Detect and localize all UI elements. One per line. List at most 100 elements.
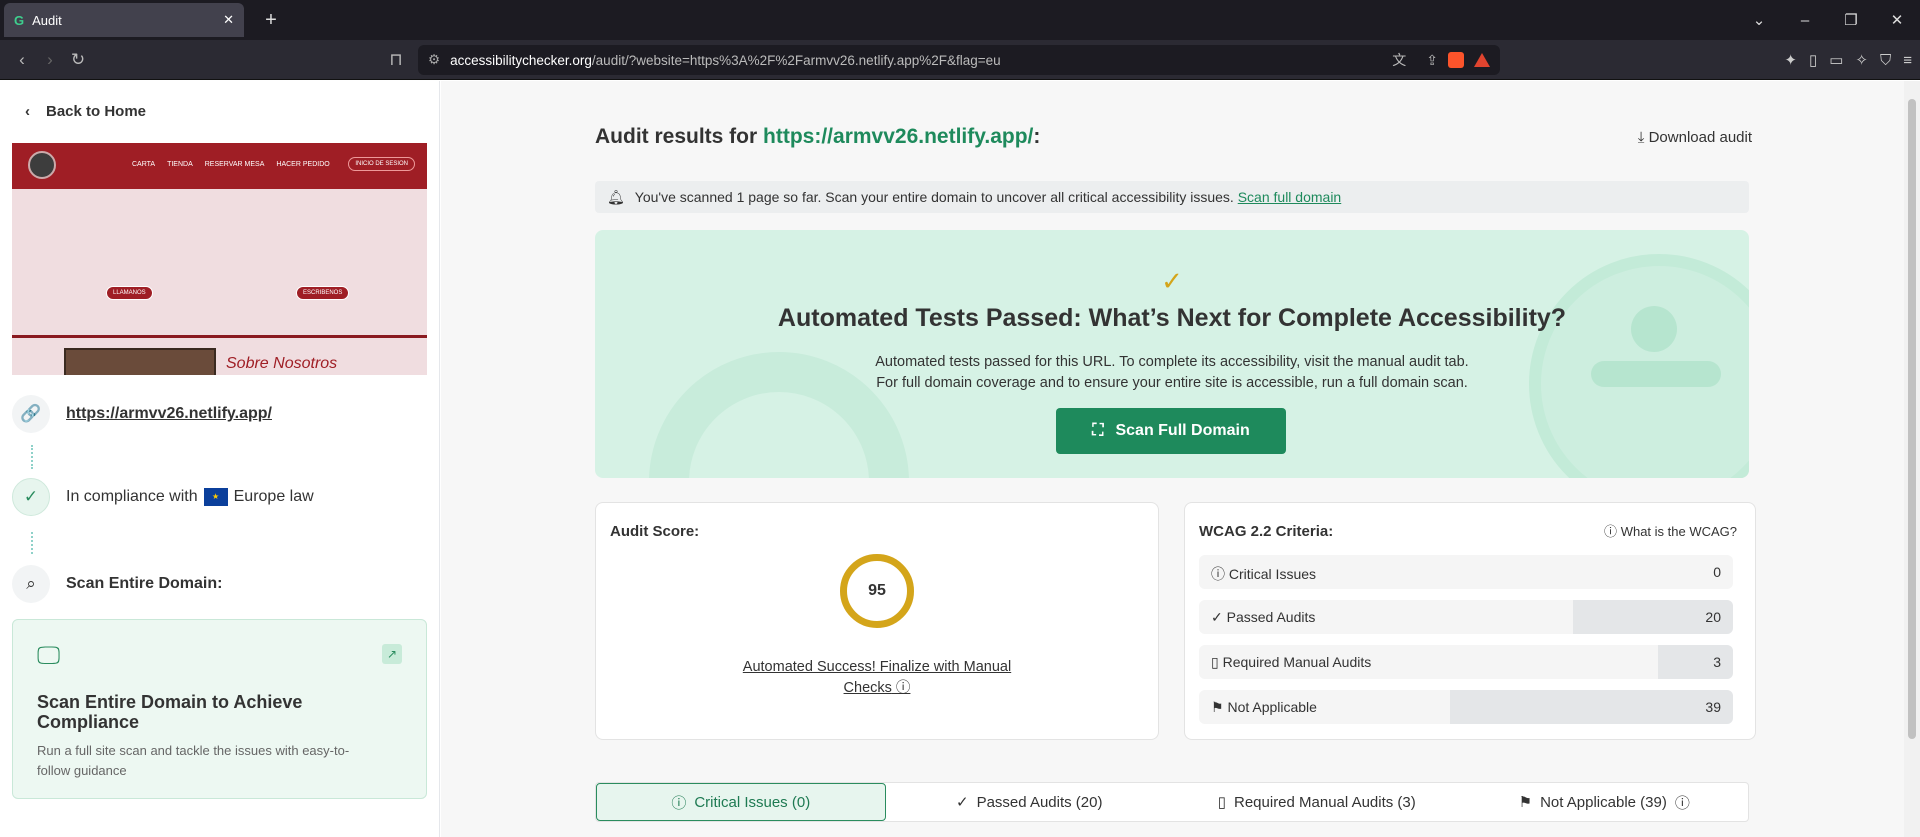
close-tab-icon[interactable]: ✕ [223,12,234,28]
address-bar[interactable]: ⚙ accessibilitychecker.org/audit/?websit… [418,45,1500,75]
scan-full-domain-button[interactable]: ⛶ Scan Full Domain [1056,408,1286,454]
window-close-icon[interactable]: ✕ [1874,11,1920,29]
download-audit-button[interactable]: ⤓ Download audit [1638,129,1752,146]
translate-icon[interactable]: 文 [1392,50,1406,70]
browser-tab[interactable]: G Audit ✕ [4,3,244,37]
thumb-login: INICIO DE SESION [348,157,415,171]
thumb-nav-link: TIENDA [167,161,193,168]
search-icon: ⌕ [12,565,50,603]
share-icon[interactable]: ⇪ [1426,52,1438,69]
scan-icon: ⛶ [1092,422,1104,439]
bookmark-icon[interactable]: ⊓ [382,50,410,70]
sidebar-icon[interactable]: ▯ [1809,51,1817,69]
thumb-pill-call: LLAMANOS [106,286,153,300]
info-icon: ⓘ [1604,524,1618,539]
site-url-step: 🔗 https://armvv26.netlify.app/ [12,395,272,433]
tab-list-icon[interactable]: ⌄ [1736,11,1782,29]
minimize-icon[interactable]: – [1782,12,1828,29]
checkmark-icon: ✓ [1161,266,1183,296]
leo-ai-icon[interactable]: ✧ [1855,51,1868,69]
back-to-home-link[interactable]: ‹ Back to Home [25,103,146,120]
score-value: 95 [868,582,886,599]
compliance-step: ✓ In compliance with ★ Europe law [12,478,314,516]
download-icon: ⤓ [1637,129,1645,146]
back-icon[interactable]: ‹ [8,50,36,70]
criteria-row-critical[interactable]: ⓘ Critical Issues 0 [1199,555,1733,589]
criteria-row-manual[interactable]: ▯ Required Manual Audits 3 [1199,645,1733,679]
audited-url-link[interactable]: https://armvv26.netlify.app/ [763,125,1033,148]
extensions-icon[interactable]: ✦ [1784,51,1797,69]
menu-icon[interactable]: ≡ [1903,52,1912,69]
document-icon: ▯ [1217,794,1226,811]
thumb-photo [64,348,216,375]
thumbnail-logo [28,151,56,179]
score-ring: 95 [840,554,914,628]
criteria-row-not-applicable[interactable]: ⚑ Not Applicable 39 [1199,690,1733,724]
criteria-row-passed[interactable]: ✓ Passed Audits 20 [1199,600,1733,634]
thumb-heading: Sobre Nosotros [226,355,338,372]
monitor-scan-icon: 🖵 [37,642,61,669]
info-icon[interactable]: ⓘ [1675,792,1690,813]
reload-icon[interactable]: ↻ [64,50,92,70]
url-text[interactable]: accessibilitychecker.org/audit/?website=… [450,53,1372,68]
scan-full-domain-link[interactable]: Scan full domain [1238,189,1342,205]
alert-icon: ⓘ [671,794,687,812]
new-tab-button[interactable]: + [258,9,284,32]
thumb-pill-write: ESCRIBENOS [296,286,350,300]
brave-rewards-icon[interactable] [1474,53,1490,67]
audit-score-card: Audit Score: 95 Automated Success! Final… [595,502,1159,740]
site-url-link[interactable]: https://armvv26.netlify.app/ [66,405,272,422]
wcag-title: WCAG 2.2 Criteria: [1199,523,1334,540]
tab-not-applicable[interactable]: ⚑ Not Applicable (39) ⓘ [1461,783,1749,821]
brave-shields-icon[interactable] [1448,52,1464,68]
forward-icon[interactable]: › [36,50,64,70]
hero-line-1: Automated tests passed for this URL. To … [875,354,1469,370]
page-scrollbar[interactable] [1904,81,1920,837]
compliance-law: Europe law [233,488,314,506]
scan-domain-label: Scan Entire Domain: [66,575,223,592]
external-link-icon[interactable]: ↗ [382,644,402,664]
thumb-nav-link: CARTA [132,161,156,168]
browser-tab-bar: G Audit ✕ + ⌄ – ❐ ✕ [0,0,1920,40]
wallet-icon[interactable]: ▭ [1829,51,1843,69]
chevron-left-icon: ‹ [25,103,30,120]
tab-required-manual-audits[interactable]: ▯ Required Manual Audits (3) [1173,783,1461,821]
wcag-criteria-card: WCAG 2.2 Criteria: ⓘ What is the WCAG? ⓘ… [1184,502,1756,740]
hero-banner: ✓ Automated Tests Passed: What’s Next fo… [595,230,1749,478]
eu-flag-icon: ★ [203,487,228,506]
scan-domain-card[interactable]: 🖵 ↗ Scan Entire Domain to Achieve Compli… [12,619,427,799]
hero-title: Automated Tests Passed: What’s Next for … [777,304,1567,332]
bell-icon: 🔔︎ [607,188,625,205]
vpn-icon[interactable]: ⛉ [1880,52,1891,69]
restore-icon[interactable]: ❐ [1828,11,1874,29]
website-thumbnail: CARTA TIENDA RESERVAR MESA HACER PEDIDO … [12,143,427,375]
score-message[interactable]: Automated Success! Finalize with Manual … [596,657,1158,699]
flag-icon: ⚑ [1211,699,1224,715]
left-sidebar: ‹ Back to Home CARTA TIENDA RESERVAR MES… [0,81,440,837]
scan-domain-step: ⌕ Scan Entire Domain: [12,565,222,603]
check-icon: ✓ [12,478,50,516]
thumb-nav-link: HACER PEDIDO [276,161,330,168]
what-is-wcag-link[interactable]: ⓘ What is the WCAG? [1604,521,1737,540]
scan-card-title: Scan Entire Domain to Achieve Compliance [37,692,303,732]
browser-toolbar: ‹ › ↻ ⊓ ⚙ accessibilitychecker.org/audit… [0,40,1920,80]
scan-card-desc: Run a full site scan and tackle the issu… [37,743,350,778]
check-icon: ✓ [956,794,969,811]
hero-line-2: For full domain coverage and to ensure y… [876,375,1468,391]
scan-notice: 🔔︎ You've scanned 1 page so far. Scan yo… [595,181,1749,213]
check-icon: ✓ [1211,609,1223,625]
page-title: Audit results for https://armvv26.netlif… [595,125,1041,148]
results-tabs: ⓘ Critical Issues (0) ✓ Passed Audits (20)… [595,782,1749,822]
site-settings-icon[interactable]: ⚙ [428,52,440,68]
compliance-label: In compliance with [66,488,198,506]
tab-passed-audits[interactable]: ✓ Passed Audits (20) [886,783,1174,821]
link-icon: 🔗 [12,395,50,433]
document-icon: ▯ [1211,654,1219,670]
site-favicon-icon: G [14,12,25,28]
thumb-nav-link: RESERVAR MESA [204,161,265,168]
tab-title: Audit [32,12,62,28]
info-icon[interactable]: ⓘ [892,680,911,696]
alert-icon: ⓘ [1211,566,1225,582]
flag-icon: ⚑ [1518,794,1533,811]
tab-critical-issues[interactable]: ⓘ Critical Issues (0) [596,783,886,821]
